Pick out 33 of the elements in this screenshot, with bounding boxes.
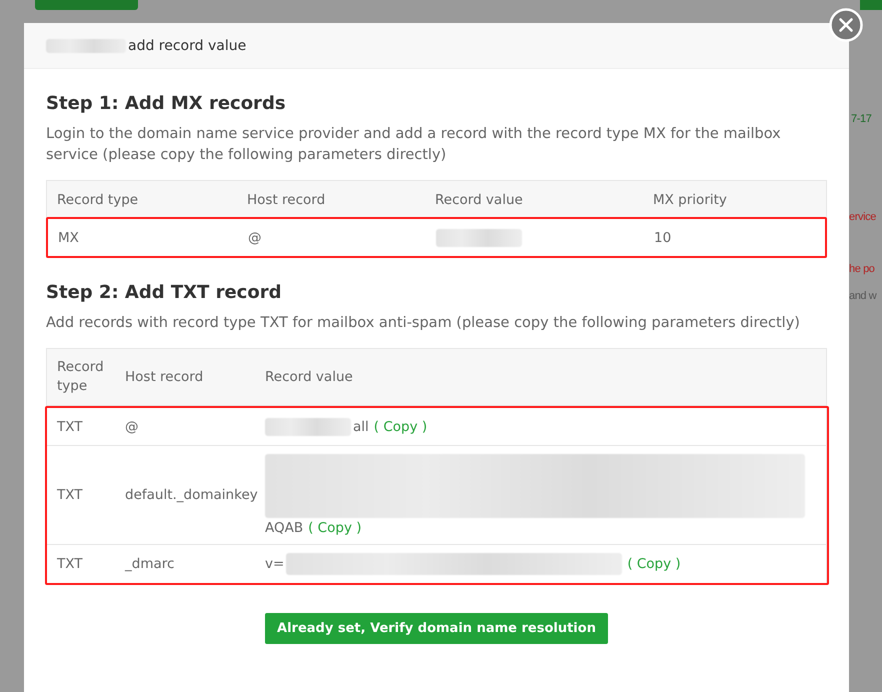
table-cell: _dmarc xyxy=(125,556,174,572)
table-cell: v= xyxy=(265,556,284,572)
column-header: Record type xyxy=(56,192,140,208)
table-cell: 10 xyxy=(654,230,672,246)
step-heading: Step 2: Add TXT record xyxy=(46,282,282,303)
column-header: Record value xyxy=(434,192,524,208)
table-cell: TXT xyxy=(57,487,83,503)
copy-link[interactable]: ( Copy ) xyxy=(627,556,681,572)
background-text: he po xyxy=(849,263,875,275)
background-text: and w xyxy=(849,290,876,302)
column-header: Host record xyxy=(124,369,204,385)
background-text: ervice xyxy=(849,211,876,223)
table-cell: TXT xyxy=(57,556,83,572)
background-text: 7-17 xyxy=(851,113,872,125)
table-cell: AQAB xyxy=(265,520,304,536)
verify-button[interactable]: Already set, Verify domain name resolution xyxy=(265,613,608,644)
copy-link[interactable]: ( Copy ) xyxy=(308,520,362,536)
table-cell: all xyxy=(353,418,369,434)
column-header: Record value xyxy=(264,369,354,385)
table-cell: MX xyxy=(58,230,79,246)
column-header: Host record xyxy=(246,192,326,208)
table-cell: @ xyxy=(248,230,262,246)
table-cell: @ xyxy=(125,418,138,434)
column-header: Record type xyxy=(56,358,105,396)
step-description: Login to the domain name service provider and add a record with the record type MX for the mailbox service (please copy the following parameters directly) xyxy=(46,125,782,165)
table-cell: TXT xyxy=(57,418,83,434)
close-icon[interactable] xyxy=(829,8,863,42)
copy-link[interactable]: ( Copy ) xyxy=(374,418,428,434)
step-heading: Step 1: Add MX records xyxy=(46,93,287,114)
table-cell: default._domainkey xyxy=(125,487,258,503)
step-description: Add records with record type TXT for mailbox anti-spam (please copy the following parameters directly) xyxy=(46,314,801,333)
column-header: MX priority xyxy=(652,192,728,208)
dialog-title: add record value xyxy=(128,38,246,54)
